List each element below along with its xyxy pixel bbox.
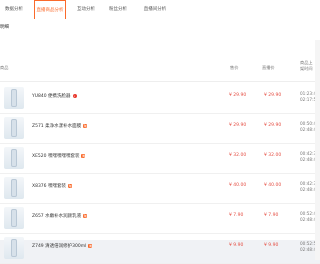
product-name[interactable]: Z571 柔净水漾补水面膜淘	[32, 123, 88, 129]
table-row[interactable]: XE520 嘿嘿嘿嘿嘿套装淘 ¥ 32.00 ¥ 32.00 00:42:35 0…	[0, 143, 320, 174]
live-product-analysis-page: 数据分析 直播商品分析 互动分析 粉丝分析 直播间分析 明细 商品 售价 直播价…	[0, 0, 320, 264]
table-row[interactable]: Z571 柔净水漾补水面膜淘 ¥ 29.90 ¥ 29.90 00:50:45 0…	[0, 113, 320, 144]
header-price: 售价	[230, 65, 239, 70]
hot-badge-icon: •	[72, 93, 77, 98]
product-thumbnail	[4, 117, 24, 139]
product-thumbnail	[4, 147, 24, 169]
tab-fans-analysis[interactable]: 粉丝分析	[105, 0, 131, 20]
product-price: ¥ 29.90	[229, 123, 247, 128]
tab-live-room-analysis[interactable]: 直播间分析	[138, 0, 172, 20]
platform-badge-icon: 淘	[67, 183, 72, 188]
section-title: 明细	[0, 25, 9, 30]
product-name[interactable]: X8376 嘿嘿套装淘	[32, 183, 72, 189]
table-row[interactable]: YU840 便携洗脸器 • ¥ 29.90 ¥ 29.90 01:23:42 02:…	[0, 83, 320, 114]
product-price: ¥ 9.90	[229, 243, 244, 248]
table-row[interactable]: Z749 清透倍润修护300ml 淘 ¥ 9.90 ¥ 9.90 00:52:54…	[0, 233, 320, 264]
tab-interaction-analysis[interactable]: 互动分析	[73, 0, 99, 20]
product-name[interactable]: YU840 便携洗脸器 •	[32, 93, 77, 99]
table-row[interactable]: X8376 嘿嘿套装淘 ¥ 40.00 ¥ 40.00 00:42:39 02:4…	[0, 173, 320, 204]
product-live-price: ¥ 32.00	[264, 153, 282, 158]
product-name[interactable]: Z657 水嫩补水润颜乳液淘	[32, 213, 88, 219]
platform-badge-icon: 淘	[83, 123, 88, 128]
table-row[interactable]: Z657 水嫩补水润颜乳液淘 ¥ 7.90 ¥ 7.90 00:52:44 02:…	[0, 203, 320, 234]
header-live-price: 直播价	[262, 65, 275, 70]
vertical-scrollbar[interactable]	[315, 40, 320, 260]
product-thumbnail	[4, 177, 24, 199]
table-header: 商品 售价 直播价 商品上 架时间	[0, 55, 320, 82]
product-name[interactable]: Z749 清透倍润修护300ml 淘	[32, 243, 93, 249]
product-live-price: ¥ 40.00	[264, 183, 282, 188]
tab-live-product-analysis[interactable]: 直播商品分析	[34, 0, 66, 19]
product-thumbnail	[4, 207, 24, 229]
analysis-tabs: 数据分析 直播商品分析 互动分析 粉丝分析 直播间分析	[0, 0, 320, 21]
platform-badge-icon: 淘	[88, 243, 93, 248]
platform-badge-icon: 淘	[81, 153, 86, 158]
analysis-panel: 明细 商品 售价 直播价 商品上 架时间 YU840 便携洗脸器 • ¥ 29.9…	[0, 20, 320, 264]
product-thumbnail	[4, 87, 24, 109]
header-product: 商品	[0, 65, 9, 70]
product-thumbnail	[4, 237, 24, 259]
product-live-price: ¥ 9.90	[264, 243, 279, 248]
header-listing-time: 商品上 架时间	[300, 60, 313, 71]
product-price: ¥ 7.90	[229, 213, 244, 218]
product-live-price: ¥ 29.90	[264, 93, 282, 98]
product-live-price: ¥ 29.90	[264, 123, 282, 128]
product-price: ¥ 40.00	[229, 183, 247, 188]
product-name[interactable]: XE520 嘿嘿嘿嘿嘿套装淘	[32, 153, 86, 159]
tab-data-analysis[interactable]: 数据分析	[0, 0, 28, 20]
platform-badge-icon: 淘	[83, 213, 88, 218]
product-live-price: ¥ 7.90	[264, 213, 279, 218]
product-price: ¥ 29.90	[229, 93, 247, 98]
product-price: ¥ 32.00	[229, 153, 247, 158]
